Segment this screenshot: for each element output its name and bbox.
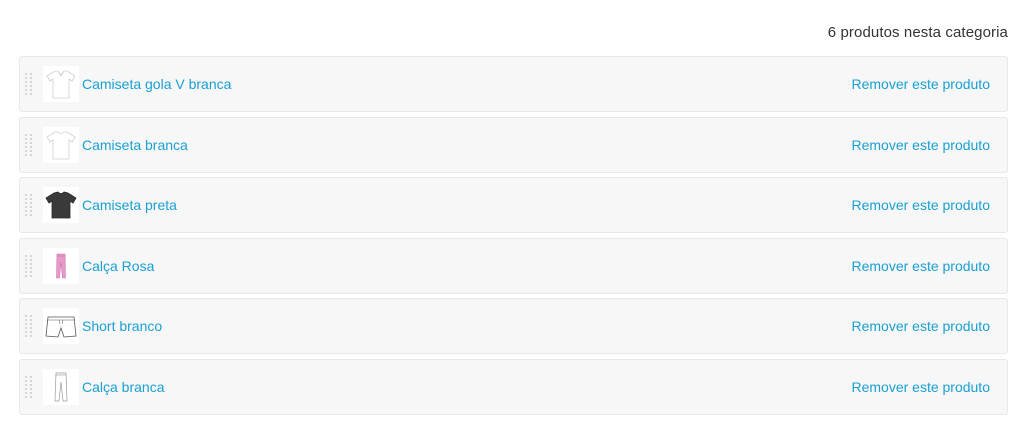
product-thumbnail bbox=[43, 187, 79, 223]
product-count: 6 produtos nesta categoria bbox=[827, 24, 1008, 41]
white-shorts-icon bbox=[44, 309, 78, 343]
drag-handle-icon[interactable] bbox=[25, 375, 33, 400]
white-pants-icon bbox=[44, 370, 78, 404]
remove-product-link[interactable]: Remover este produto bbox=[851, 118, 990, 173]
product-thumbnail bbox=[43, 126, 79, 163]
product-thumbnail bbox=[43, 308, 79, 344]
remove-product-link[interactable]: Remover este produto bbox=[851, 360, 990, 415]
product-name-link[interactable]: Camiseta gola V branca bbox=[82, 57, 231, 112]
drag-handle-icon[interactable] bbox=[25, 194, 33, 218]
drag-handle-icon[interactable] bbox=[25, 133, 33, 158]
remove-product-link[interactable]: Remover este produto bbox=[851, 178, 990, 233]
white-v-neck-tshirt-icon bbox=[44, 67, 78, 101]
pink-pants-icon bbox=[44, 249, 78, 283]
category-products-page: 6 produtos nesta categoria Camiseta gola… bbox=[0, 0, 1030, 435]
product-thumbnail bbox=[43, 66, 79, 102]
product-thumbnail bbox=[43, 247, 79, 284]
remove-product-link[interactable]: Remover este produto bbox=[851, 299, 990, 354]
drag-handle-icon[interactable] bbox=[25, 315, 33, 339]
product-name-link[interactable]: Calça Rosa bbox=[82, 239, 154, 294]
product-row[interactable]: Camiseta gola V branca Remover este prod… bbox=[19, 56, 1008, 112]
product-name-link[interactable]: Camiseta branca bbox=[82, 118, 188, 173]
black-tshirt-icon bbox=[44, 188, 78, 222]
product-row[interactable]: Camiseta branca Remover este produto bbox=[19, 116, 1008, 173]
drag-handle-icon[interactable] bbox=[25, 254, 33, 279]
white-tshirt-icon bbox=[44, 128, 78, 162]
drag-handle-icon[interactable] bbox=[25, 73, 33, 97]
product-name-link[interactable]: Camiseta preta bbox=[82, 178, 177, 233]
product-name-link[interactable]: Calça branca bbox=[82, 360, 165, 415]
product-row[interactable]: Camiseta preta Remover este produto bbox=[19, 177, 1008, 233]
remove-product-link[interactable]: Remover este produto bbox=[851, 57, 990, 112]
product-name-link[interactable]: Short branco bbox=[82, 299, 162, 354]
product-row[interactable]: Calça Rosa Remover este produto bbox=[19, 237, 1008, 294]
product-thumbnail bbox=[43, 368, 79, 405]
product-row[interactable]: Short branco Remover este produto bbox=[19, 298, 1008, 354]
product-row[interactable]: Calça branca Remover este produto bbox=[19, 358, 1008, 415]
product-list: Camiseta gola V branca Remover este prod… bbox=[19, 56, 1008, 419]
remove-product-link[interactable]: Remover este produto bbox=[851, 239, 990, 294]
